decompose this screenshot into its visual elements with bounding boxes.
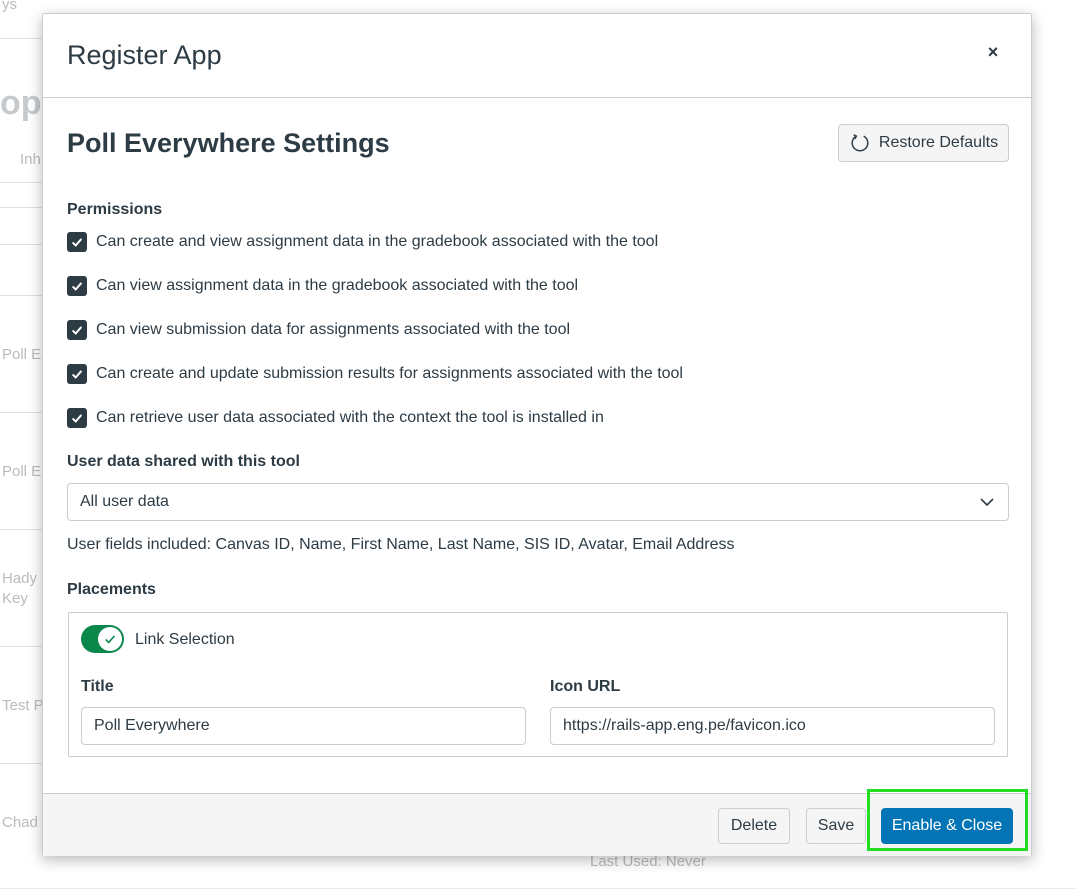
title-input[interactable]: [81, 707, 526, 745]
user-data-label: User data shared with this tool: [67, 453, 300, 470]
bg-page-heading: op: [0, 84, 42, 122]
bg-column-header: Inh: [20, 151, 41, 168]
permission-label: Can create and update submission results…: [96, 365, 683, 382]
title-label: Title: [81, 678, 114, 695]
permission-row[interactable]: Can create and update submission results…: [67, 364, 683, 384]
link-selection-label: Link Selection: [135, 631, 235, 648]
restore-defaults-label: Restore Defaults: [878, 134, 999, 151]
permission-row[interactable]: Can view submission data for assignments…: [67, 320, 570, 340]
checkmark-icon: [71, 282, 83, 291]
checkmark-icon: [71, 370, 83, 379]
close-icon: ×: [987, 41, 999, 62]
link-selection-toggle[interactable]: [81, 625, 124, 653]
chevron-down-icon: [980, 498, 994, 507]
permission-row[interactable]: Can retrieve user data associated with t…: [67, 408, 604, 428]
permission-row[interactable]: Can view assignment data in the gradeboo…: [67, 276, 578, 296]
toggle-knob: [98, 627, 122, 651]
modal-footer: Delete Save Enable & Close: [43, 793, 1031, 856]
permission-label: Can create and view assignment data in t…: [96, 233, 659, 250]
bg-row-text: Test P: [2, 697, 44, 714]
bg-divider: [0, 888, 1075, 889]
checkmark-icon: [71, 414, 83, 423]
checkmark-icon: [71, 326, 83, 335]
save-button[interactable]: Save: [806, 808, 866, 844]
restore-defaults-button[interactable]: Restore Defaults: [838, 124, 1009, 162]
close-button[interactable]: ×: [983, 40, 1003, 64]
icon-url-label: Icon URL: [550, 678, 621, 695]
delete-button[interactable]: Delete: [718, 808, 790, 844]
user-data-select[interactable]: All user data: [67, 483, 1009, 521]
permission-label: Can view assignment data in the gradeboo…: [96, 277, 579, 294]
user-data-selected-value: All user data: [80, 493, 169, 510]
permission-checkbox[interactable]: [67, 364, 87, 384]
checkmark-icon: [71, 238, 83, 247]
refresh-icon: [851, 134, 869, 152]
permission-checkbox[interactable]: [67, 276, 87, 296]
register-app-modal: Register App × Poll Everywhere Settings …: [42, 13, 1032, 856]
bg-row-text: Poll E: [2, 463, 42, 480]
modal-title: Register App: [67, 40, 222, 70]
permission-label: Can view submission data for assignments…: [96, 321, 571, 338]
settings-title: Poll Everywhere Settings: [67, 128, 390, 158]
permission-row[interactable]: Can create and view assignment data in t…: [67, 232, 658, 252]
permission-checkbox[interactable]: [67, 408, 87, 428]
permission-checkbox[interactable]: [67, 232, 87, 252]
placements-label: Placements: [67, 581, 156, 598]
bg-row-text: Hady: [2, 570, 38, 587]
icon-url-input[interactable]: [550, 707, 995, 745]
bg-row-text: Poll E: [2, 346, 42, 363]
bg-row-text: Chad: [2, 814, 38, 831]
permission-checkbox[interactable]: [67, 320, 87, 340]
permission-label: Can retrieve user data associated with t…: [96, 409, 604, 426]
user-fields-included: User fields included: Canvas ID, Name, F…: [67, 536, 735, 553]
checkmark-icon: [105, 635, 115, 644]
placement-link-selection: Link Selection Title Icon URL: [68, 612, 1008, 757]
bg-row-text: Key: [2, 590, 28, 607]
permissions-label: Permissions: [67, 201, 163, 218]
enable-close-button[interactable]: Enable & Close: [881, 808, 1013, 844]
bg-top-text: ys: [2, 0, 17, 13]
modal-header: Register App ×: [43, 14, 1031, 98]
